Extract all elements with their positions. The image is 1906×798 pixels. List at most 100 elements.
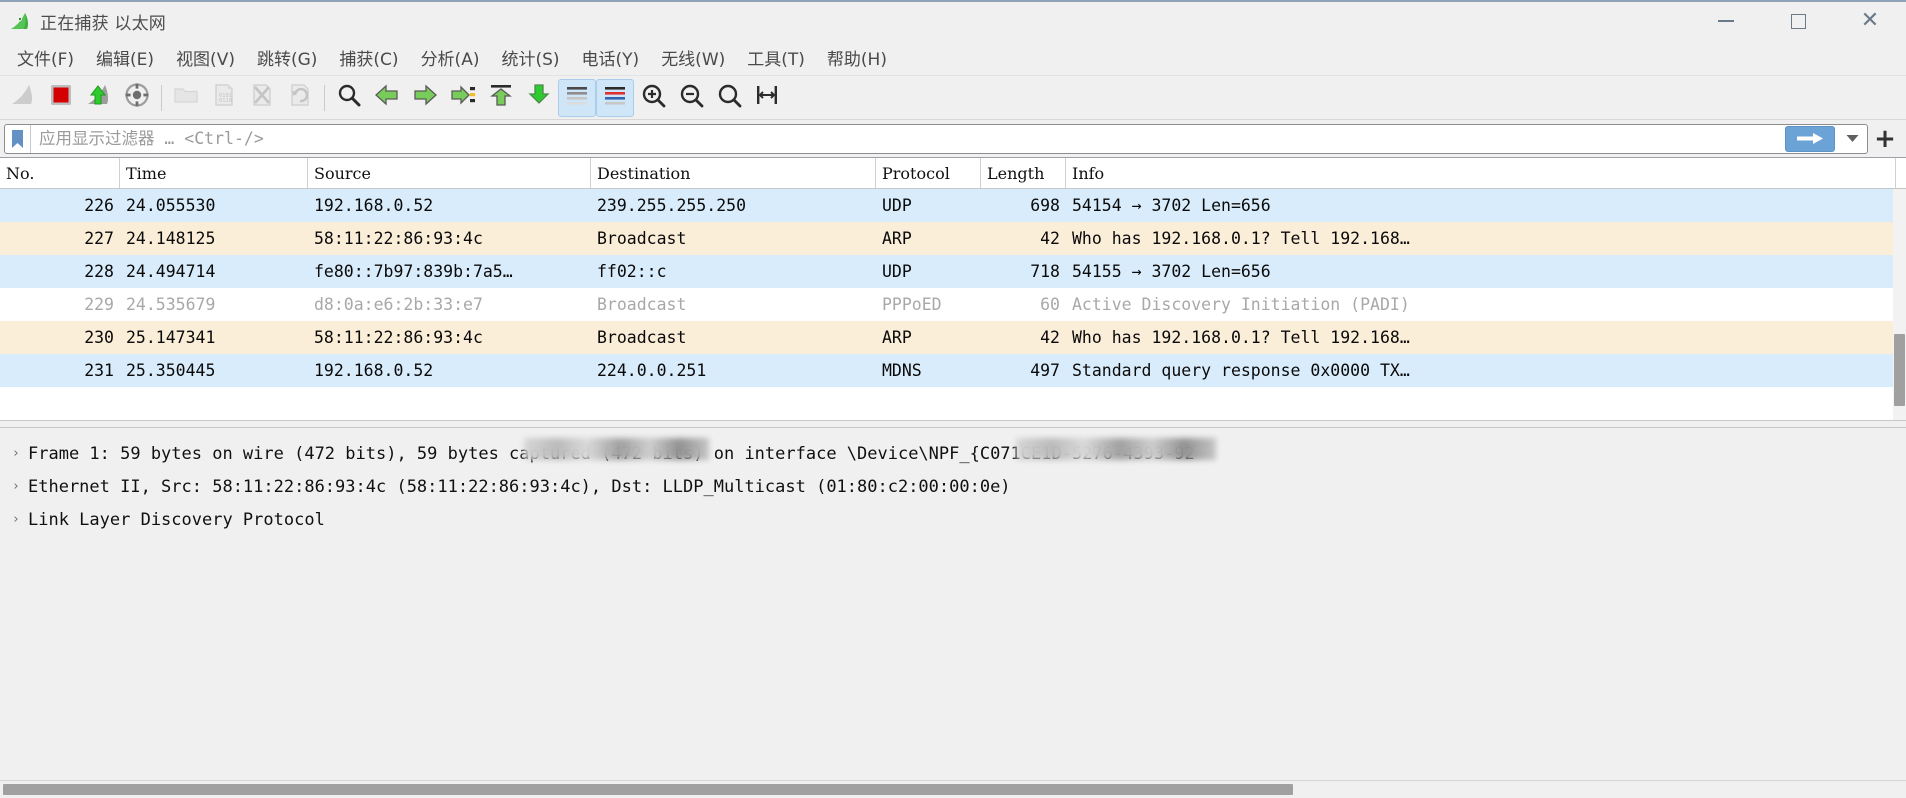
cell-protocol: ARP	[882, 328, 912, 347]
menu-tools[interactable]: 工具(T)	[736, 41, 816, 74]
toolbar-go-to-first[interactable]	[482, 79, 520, 117]
toolbar-start-capture	[4, 79, 42, 117]
detail-row-lldp[interactable]: › Link Layer Discovery Protocol	[0, 503, 1906, 536]
pane-splitter[interactable]	[0, 420, 1906, 428]
horizontal-scrollbar[interactable]	[0, 780, 1906, 798]
menu-view[interactable]: 视图(V)	[165, 41, 246, 74]
detail-row-ethernet-text: Ethernet II, Src: 58:11:22:86:93:4c (58:…	[28, 476, 1011, 497]
table-row[interactable]: 226 24.055530 192.168.0.52 239.255.255.250 U…	[0, 189, 1906, 222]
table-row[interactable]: 229 24.535679 d8:0a:e6:2b:33:e7 Broadcast PP…	[0, 288, 1906, 321]
cell-time: 25.350445	[126, 361, 216, 380]
menu-go[interactable]: 跳转(G)	[246, 41, 328, 74]
go-forward-icon	[412, 82, 438, 113]
cell-no: 228	[84, 262, 114, 281]
cell-source: 192.168.0.52	[314, 196, 434, 215]
minimize-icon	[1718, 20, 1734, 22]
close-button[interactable]: ✕	[1834, 2, 1906, 40]
menu-edit[interactable]: 编辑(E)	[85, 41, 165, 74]
cell-no: 229	[84, 295, 114, 314]
chevron-right-icon[interactable]: ›	[4, 512, 28, 527]
cell-no: 231	[84, 361, 114, 380]
toolbar-zoom-in[interactable]	[634, 79, 672, 117]
toolbar-go-forward[interactable]	[406, 79, 444, 117]
restart-capture-icon	[86, 82, 112, 113]
cell-time: 24.494714	[126, 262, 216, 281]
toolbar-go-to-last[interactable]	[520, 79, 558, 117]
cell-destination: Broadcast	[597, 229, 687, 248]
detail-row-lldp-text: Link Layer Discovery Protocol	[28, 509, 325, 530]
table-row[interactable]: 231 25.350445 192.168.0.52 224.0.0.251 MDNS 4…	[0, 354, 1906, 387]
bookmark-icon[interactable]	[5, 124, 31, 153]
cell-destination: 224.0.0.251	[597, 361, 707, 380]
cell-length: 60	[1040, 295, 1060, 314]
window-controls: ✕	[1690, 2, 1906, 40]
cell-info: Who has 192.168.0.1? Tell 192.168…	[1072, 229, 1410, 248]
column-info[interactable]: Info	[1066, 158, 1896, 188]
toolbar-restart-capture[interactable]	[80, 79, 118, 117]
cell-protocol: MDNS	[882, 361, 922, 380]
cell-source: d8:0a:e6:2b:33:e7	[314, 295, 483, 314]
cell-length: 42	[1040, 328, 1060, 347]
column-length[interactable]: Length	[981, 158, 1066, 188]
filter-input-container[interactable]	[4, 123, 1868, 154]
minimize-button[interactable]	[1690, 2, 1762, 40]
table-row[interactable]: 230 25.147341 58:11:22:86:93:4c Broadcast AR…	[0, 321, 1906, 354]
column-source[interactable]: Source	[308, 158, 591, 188]
svg-text:0110: 0110	[219, 98, 232, 104]
main-toolbar: 0101 0110	[0, 76, 1906, 120]
toolbar-colorize[interactable]	[596, 78, 634, 117]
add-filter-button[interactable]: +	[1868, 124, 1902, 154]
cell-time: 24.148125	[126, 229, 216, 248]
table-row[interactable]: 228 24.494714 fe80::7b97:839b:7a5… ff02::c U…	[0, 255, 1906, 288]
toolbar-auto-scroll[interactable]	[558, 78, 596, 117]
filter-dropdown-button[interactable]	[1837, 125, 1867, 153]
packet-detail-pane: › Frame 1: 59 bytes on wire (472 bits), 5…	[0, 428, 1906, 798]
detail-row-frame-text: Frame 1: 59 bytes on wire (472 bits), 59…	[28, 443, 1195, 464]
menu-wireless[interactable]: 无线(W)	[650, 41, 736, 74]
chevron-right-icon[interactable]: ›	[4, 479, 28, 494]
toolbar-go-to-packet[interactable]	[444, 79, 482, 117]
detail-row-frame[interactable]: › Frame 1: 59 bytes on wire (472 bits), 5…	[0, 437, 1906, 470]
chevron-right-icon[interactable]: ›	[4, 446, 28, 461]
apply-filter-button[interactable]	[1785, 125, 1835, 152]
cell-destination: Broadcast	[597, 328, 687, 347]
horizontal-scroll-thumb[interactable]	[3, 784, 1293, 795]
toolbar-go-back[interactable]	[368, 79, 406, 117]
toolbar-stop-capture[interactable]	[42, 79, 80, 117]
menu-capture[interactable]: 捕获(C)	[328, 41, 409, 74]
menu-bar: 文件(F) 编辑(E) 视图(V) 跳转(G) 捕获(C) 分析(A) 统计(S) 电话(Y)…	[0, 40, 1906, 76]
menu-telephony[interactable]: 电话(Y)	[571, 41, 651, 74]
packet-list-scroll-thumb[interactable]	[1894, 334, 1905, 406]
toolbar-find-packet[interactable]	[330, 79, 368, 117]
toolbar-zoom-reset[interactable]	[710, 79, 748, 117]
search-input[interactable]	[31, 124, 1785, 153]
menu-statistics[interactable]: 统计(S)	[490, 41, 570, 74]
column-time[interactable]: Time	[120, 158, 308, 188]
cell-length: 497	[1030, 361, 1060, 380]
start-capture-icon	[10, 82, 36, 113]
column-destination[interactable]: Destination	[591, 158, 876, 188]
table-row[interactable]: 227 24.148125 58:11:22:86:93:4c Broadcast AR…	[0, 222, 1906, 255]
toolbar-capture-options[interactable]	[118, 79, 156, 117]
packet-list-scrollbar[interactable]	[1893, 189, 1906, 420]
cell-no: 226	[84, 196, 114, 215]
colorize-icon	[602, 82, 628, 113]
toolbar-resize-columns[interactable]	[748, 79, 786, 117]
cell-no: 230	[84, 328, 114, 347]
find-packet-icon	[336, 82, 362, 113]
display-filter-bar: +	[0, 120, 1906, 158]
column-protocol[interactable]: Protocol	[876, 158, 981, 188]
toolbar-zoom-out[interactable]	[672, 79, 710, 117]
column-no[interactable]: No.	[0, 158, 120, 188]
menu-help[interactable]: 帮助(H)	[816, 41, 898, 74]
toolbar-close-file	[243, 79, 281, 117]
maximize-button[interactable]	[1762, 2, 1834, 40]
cell-source: 192.168.0.52	[314, 361, 434, 380]
detail-row-ethernet[interactable]: › Ethernet II, Src: 58:11:22:86:93:4c (58…	[0, 438, 1906, 503]
menu-analyze[interactable]: 分析(A)	[410, 41, 491, 74]
toolbar-separator-2	[324, 84, 325, 111]
packet-list-pane: No. Time Source Destination Protocol Length In…	[0, 158, 1906, 420]
menu-file[interactable]: 文件(F)	[6, 41, 85, 74]
go-to-last-icon	[526, 82, 552, 113]
wireshark-window: 正在捕获 以太网 ✕ 文件(F) 编辑(E) 视图(V) 跳转(G) 捕获(C) 分析(A…	[0, 0, 1906, 798]
